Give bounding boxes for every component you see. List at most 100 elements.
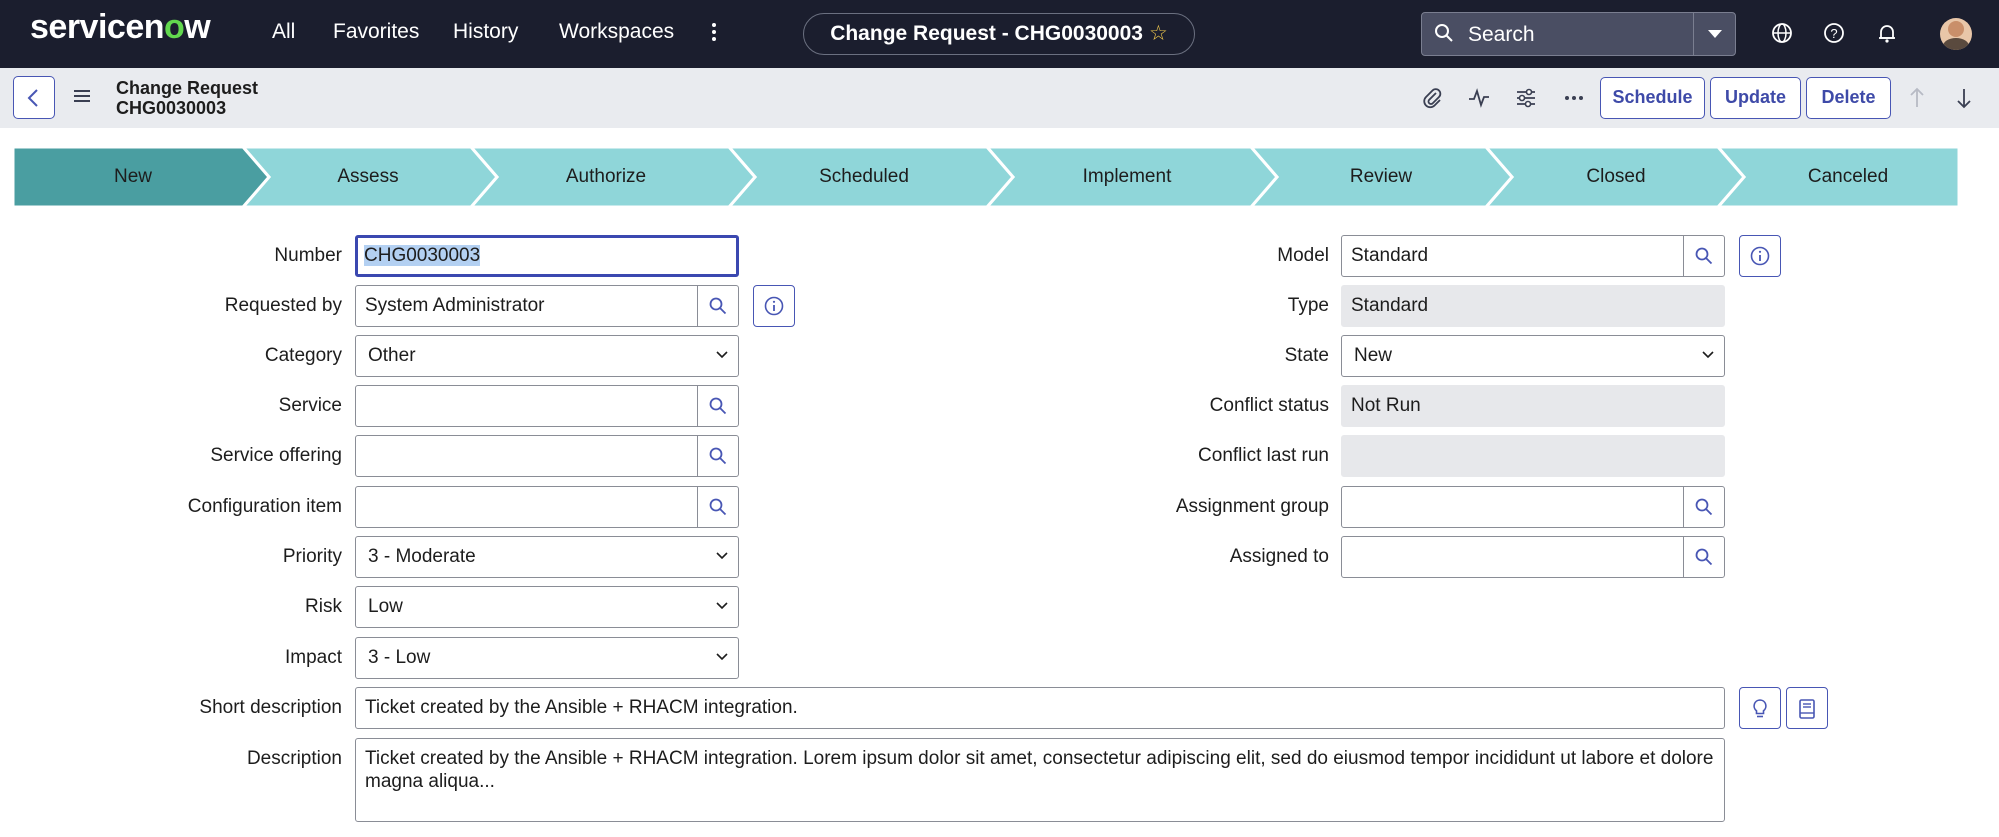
state-label: State <box>1284 345 1329 366</box>
stage-implement: Implement <box>1082 166 1172 187</box>
activity-pulse-icon[interactable] <box>1468 86 1490 115</box>
assigned-to-label: Assigned to <box>1229 546 1329 567</box>
priority-select[interactable]: 3 - Moderate <box>355 536 739 578</box>
assigned-to-field[interactable] <box>1341 536 1685 578</box>
conflict-last-run-label: Conflict last run <box>1198 445 1329 466</box>
description-textarea[interactable]: Ticket created by the Ansible + RHACM in… <box>355 738 1725 822</box>
svg-text:?: ? <box>1830 26 1837 41</box>
nav-favorites[interactable]: Favorites <box>333 20 419 44</box>
favorite-star-icon[interactable]: ☆ <box>1149 22 1168 45</box>
search-icon <box>1695 548 1713 566</box>
book-icon <box>1799 699 1815 719</box>
configuration-item-field[interactable] <box>355 486 699 528</box>
model-label: Model <box>1277 245 1329 266</box>
stage-closed: Closed <box>1586 166 1646 187</box>
info-icon <box>1750 246 1770 266</box>
record-title: Change Request - CHG0030003 <box>830 22 1143 45</box>
short-description-field[interactable]: Ticket created by the Ansible + RHACM in… <box>355 687 1725 729</box>
category-label: Category <box>264 345 342 366</box>
context-menu-icon[interactable] <box>74 90 90 105</box>
top-navigation-bar: servicenow All Favorites History Workspa… <box>0 0 1999 68</box>
chevron-down-icon <box>716 653 728 661</box>
stage-canceled: Canceled <box>1807 166 1889 187</box>
requested-by-info-button[interactable] <box>753 285 795 327</box>
schedule-button[interactable]: Schedule <box>1600 77 1705 119</box>
search-icon <box>709 447 727 465</box>
search-dropdown-icon[interactable] <box>1693 13 1735 55</box>
requested-by-label: Requested by <box>224 295 342 316</box>
record-type-label: Change Request <box>116 78 259 98</box>
requested-by-lookup-button[interactable] <box>697 285 739 327</box>
model-lookup-button[interactable] <box>1683 235 1725 277</box>
stage-review: Review <box>1349 166 1413 187</box>
service-field[interactable] <box>355 385 699 427</box>
user-avatar[interactable] <box>1940 18 1972 50</box>
description-label: Description <box>246 748 342 769</box>
chevron-down-icon <box>1702 351 1714 359</box>
nav-history[interactable]: History <box>453 20 518 44</box>
chevron-left-icon <box>27 89 38 107</box>
search-icon <box>1695 498 1713 516</box>
globe-icon[interactable] <box>1771 22 1793 49</box>
assigned-to-lookup-button[interactable] <box>1683 536 1725 578</box>
service-lookup-button[interactable] <box>697 385 739 427</box>
type-field: Standard <box>1341 285 1725 327</box>
risk-label: Risk <box>305 596 342 617</box>
model-info-button[interactable] <box>1739 235 1781 277</box>
category-select[interactable]: Other <box>355 335 739 377</box>
service-offering-field[interactable] <box>355 435 699 477</box>
configuration-item-lookup-button[interactable] <box>697 486 739 528</box>
search-input[interactable]: Search <box>1468 23 1535 47</box>
type-label: Type <box>1287 295 1329 316</box>
more-menu-icon[interactable] <box>707 20 721 48</box>
assignment-group-field[interactable] <box>1341 486 1685 528</box>
chevron-down-icon <box>716 552 728 560</box>
risk-select[interactable]: Low <box>355 586 739 628</box>
help-icon[interactable]: ? <box>1823 22 1845 49</box>
search-icon <box>1695 247 1713 265</box>
more-options-ellipsis-icon[interactable] <box>1563 86 1585 115</box>
update-button[interactable]: Update <box>1710 77 1801 119</box>
servicenow-logo[interactable]: servicenow <box>30 8 211 47</box>
conflict-status-field: Not Run <box>1341 385 1725 427</box>
record-number-label: CHG0030003 <box>116 98 227 118</box>
nav-all[interactable]: All <box>272 20 295 44</box>
info-icon <box>764 296 784 316</box>
chevron-down-icon <box>716 602 728 610</box>
model-field[interactable]: Standard <box>1341 235 1685 277</box>
stage-new: New <box>113 166 152 187</box>
short-description-label: Short description <box>199 697 342 718</box>
personalize-sliders-icon[interactable] <box>1515 86 1537 115</box>
chevron-down-icon <box>716 351 728 359</box>
nav-workspaces[interactable]: Workspaces <box>559 20 674 44</box>
attachment-paperclip-icon[interactable] <box>1421 86 1443 115</box>
assignment-group-lookup-button[interactable] <box>1683 486 1725 528</box>
lightbulb-icon <box>1753 699 1767 718</box>
number-label: Number <box>274 245 342 266</box>
record-title-pill[interactable]: Change Request - CHG0030003 ☆ <box>803 13 1195 55</box>
next-record-arrow-down-icon[interactable] <box>1955 86 1973 115</box>
search-icon <box>1434 23 1454 48</box>
priority-label: Priority <box>282 546 342 567</box>
notifications-bell-icon[interactable] <box>1876 22 1898 49</box>
number-field[interactable]: CHG0030003 <box>355 235 739 277</box>
suggestion-lightbulb-button[interactable] <box>1739 687 1781 729</box>
assignment-group-label: Assignment group <box>1175 496 1329 517</box>
delete-button[interactable]: Delete <box>1806 77 1891 119</box>
conflict-status-label: Conflict status <box>1209 395 1329 416</box>
impact-select[interactable]: 3 - Low <box>355 637 739 679</box>
previous-record-arrow-up-icon[interactable] <box>1908 86 1926 115</box>
state-select[interactable]: New <box>1341 335 1725 377</box>
back-button[interactable] <box>13 76 55 119</box>
stage-authorize: Authorize <box>565 166 647 187</box>
global-search[interactable]: Search <box>1421 12 1736 56</box>
impact-label: Impact <box>284 647 342 668</box>
requested-by-field[interactable]: System Administrator <box>355 285 699 327</box>
knowledge-book-button[interactable] <box>1786 687 1828 729</box>
service-offering-lookup-button[interactable] <box>697 435 739 477</box>
process-flow: New Assess Authorize Scheduled Implement… <box>13 147 1959 207</box>
stage-assess: Assess <box>337 166 399 187</box>
service-offering-label: Service offering <box>210 445 342 466</box>
configuration-item-label: Configuration item <box>187 496 342 517</box>
search-icon <box>709 498 727 516</box>
